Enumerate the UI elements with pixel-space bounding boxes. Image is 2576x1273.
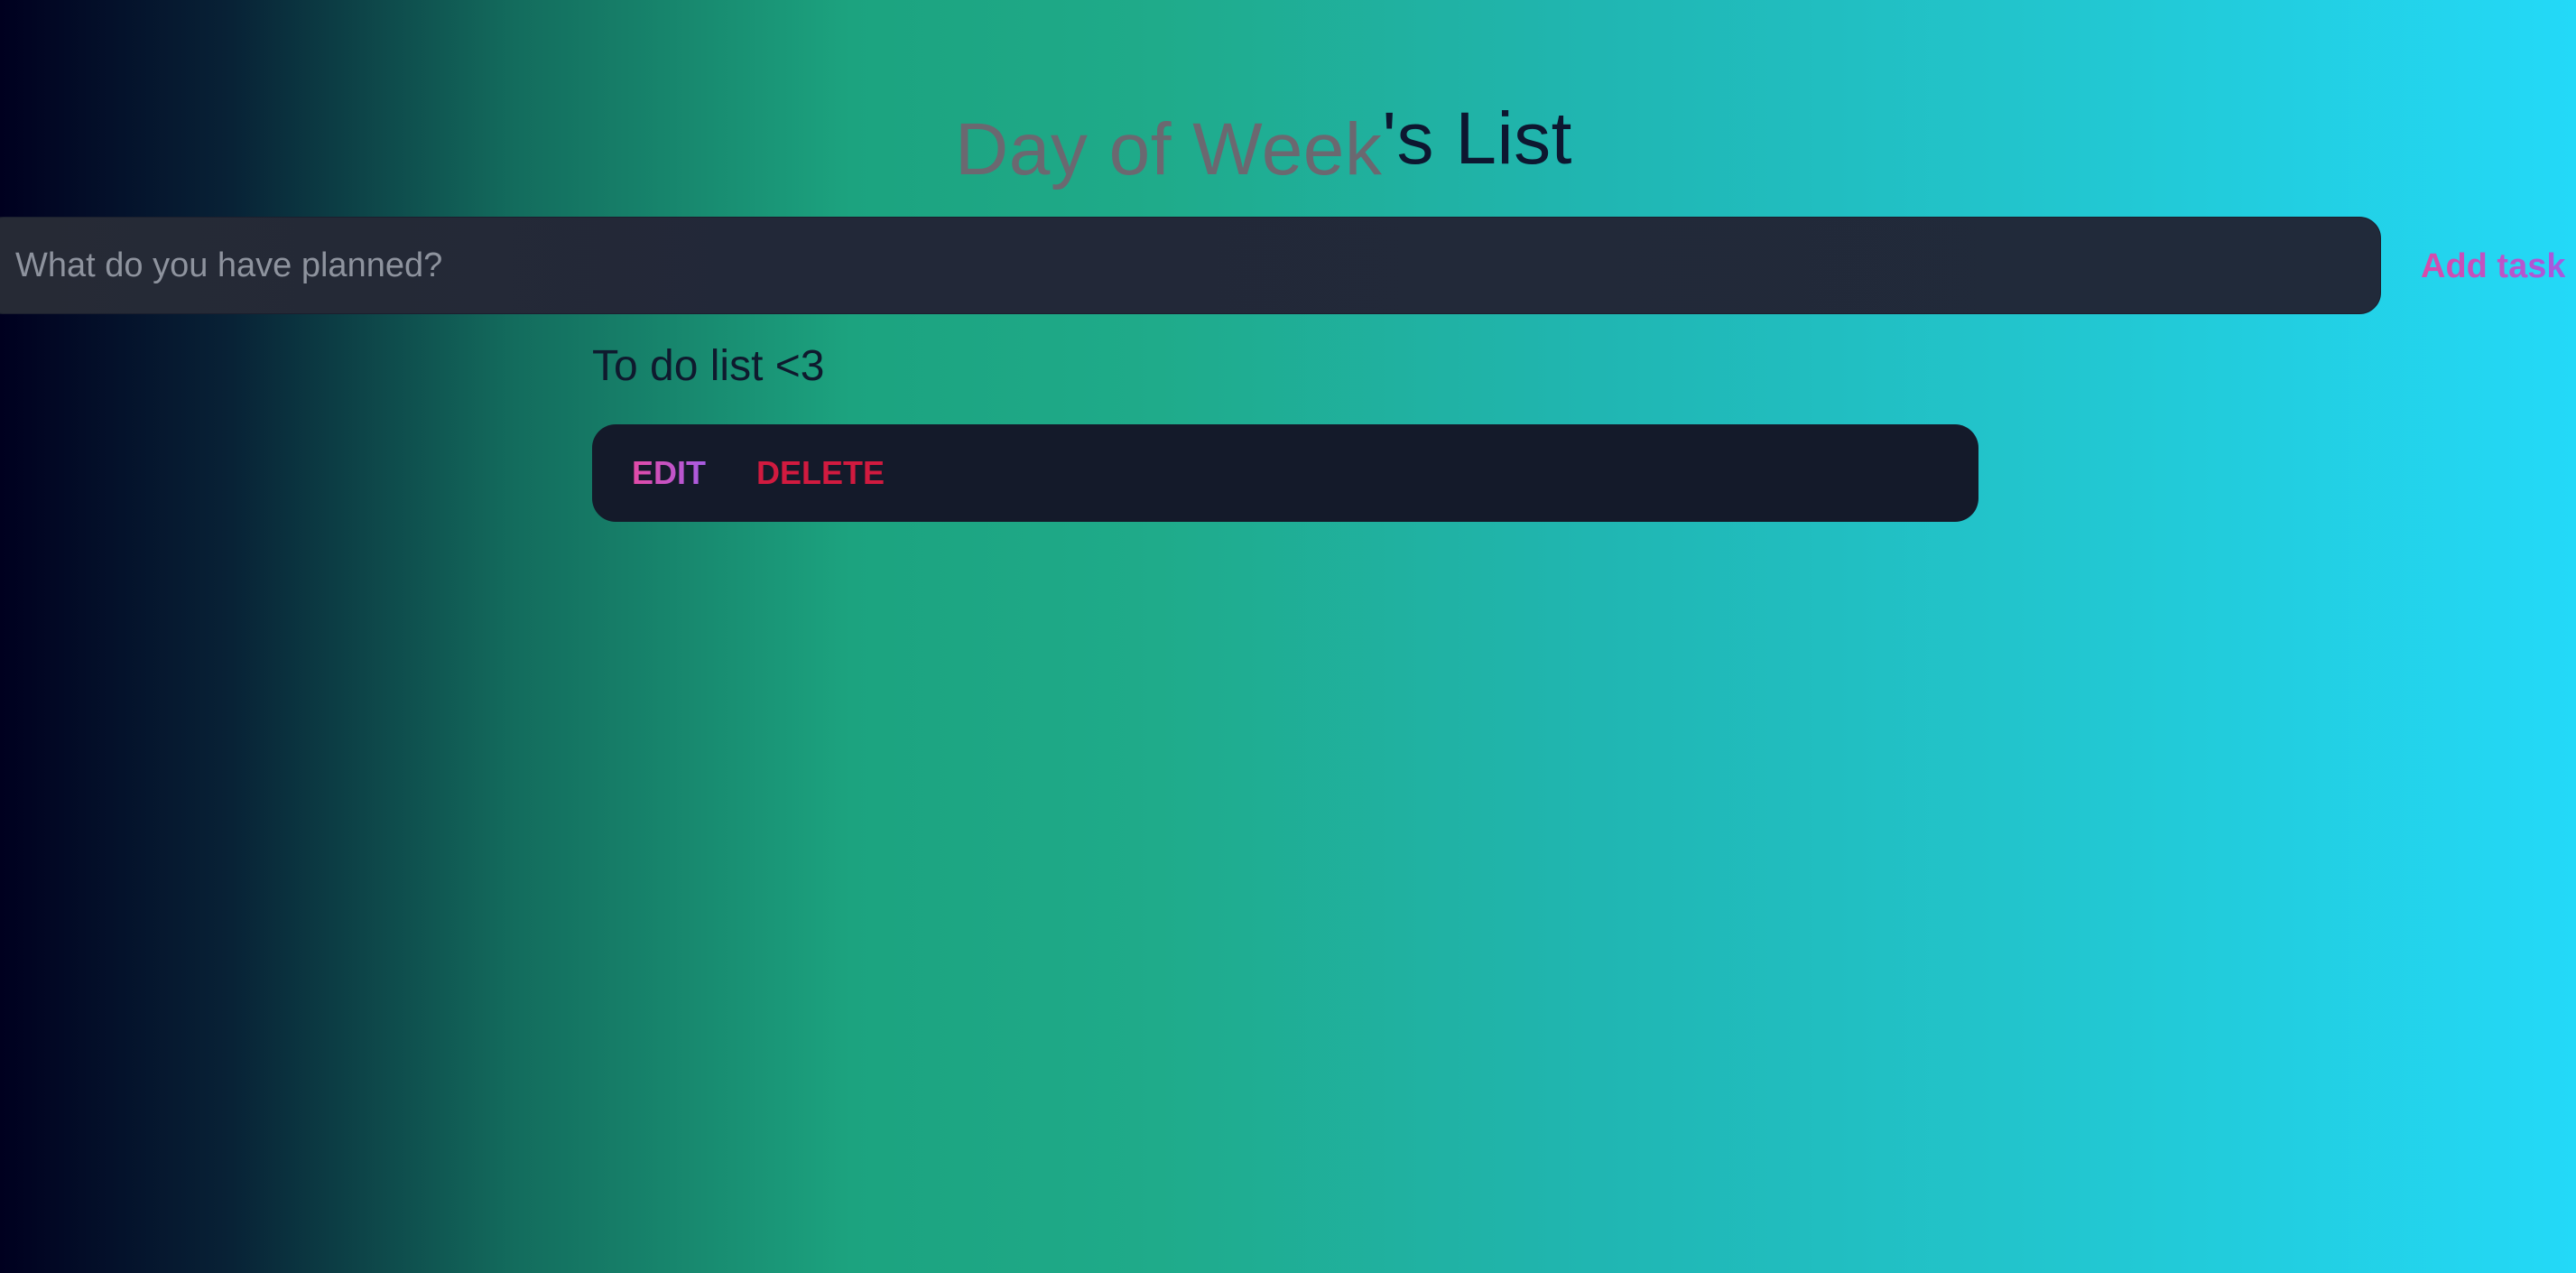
task-input[interactable] [0,217,2381,314]
add-task-button[interactable]: Add task [2421,244,2565,289]
list-heading: To do list <3 [592,342,825,390]
day-of-week-label: Day of Week [955,107,1383,190]
page: { "header": { "day_name": "Day of Week",… [0,0,2576,1273]
page-title: Day of Week 's List [955,95,1572,203]
title-suffix: 's List [1382,97,1572,180]
task-item: EDIT DELETE [592,424,1978,522]
edit-button[interactable]: EDIT [632,454,706,492]
delete-button[interactable]: DELETE [756,454,885,492]
